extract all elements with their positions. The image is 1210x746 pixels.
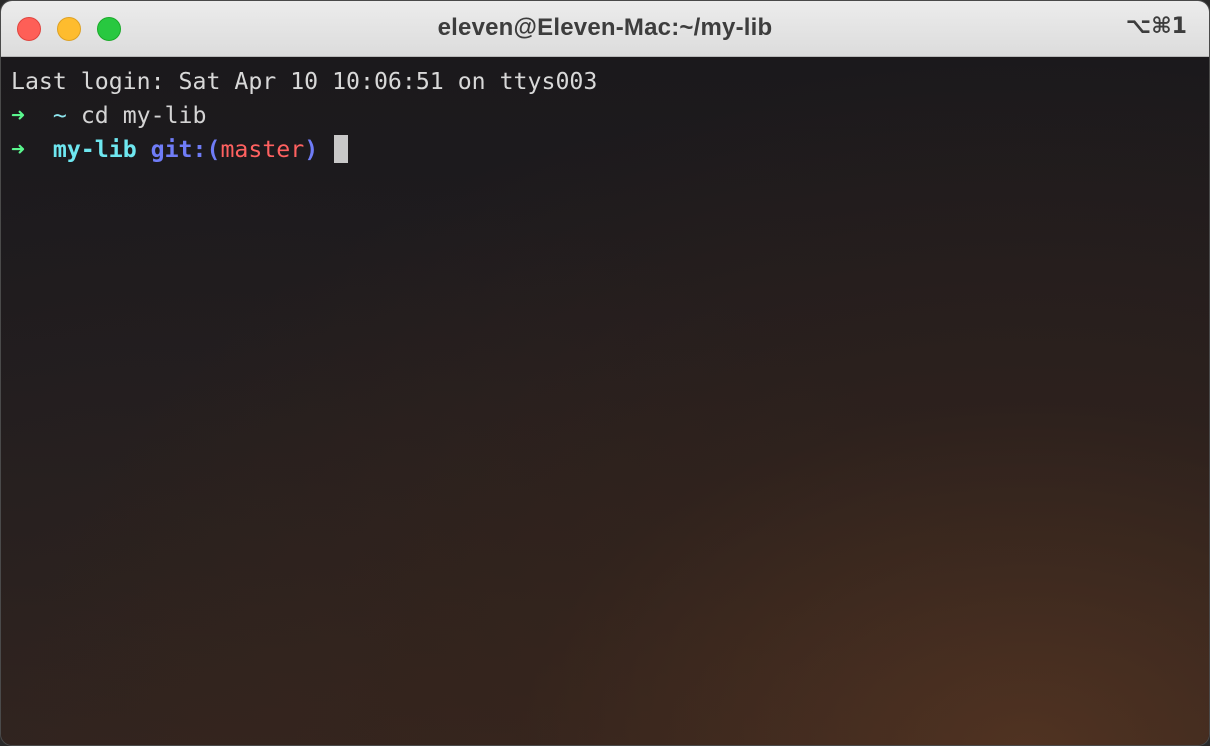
- prompt-arrow-icon: ➜: [11, 136, 25, 163]
- text-cursor[interactable]: [334, 135, 349, 163]
- terminal-line-login: Last login: Sat Apr 10 10:06:51 on ttys0…: [11, 65, 1199, 99]
- prompt-arrow-icon: ➜: [11, 102, 25, 129]
- window-title: eleven@Eleven-Mac:~/my-lib: [437, 14, 773, 41]
- terminal-content[interactable]: Last login: Sat Apr 10 10:06:51 on ttys0…: [1, 57, 1209, 745]
- command-text: cd my-lib: [80, 102, 207, 129]
- terminal-line-command: ➜ ~ cd my-lib: [11, 99, 1199, 133]
- git-label-close: ): [304, 136, 319, 163]
- prompt-cwd: ~: [52, 102, 67, 129]
- tab-shortcut-label: ⌥⌘1: [1125, 14, 1187, 39]
- last-login-text: Last login: Sat Apr 10 10:06:51 on ttys0…: [11, 68, 598, 95]
- git-label-open: git:(: [150, 136, 221, 163]
- terminal-line-prompt[interactable]: ➜ my-lib git:(master): [11, 133, 1199, 167]
- prompt-dir: my-lib: [52, 136, 137, 163]
- git-branch: master: [220, 136, 305, 163]
- title-bar[interactable]: eleven@Eleven-Mac:~/my-lib ⌥⌘1: [1, 1, 1209, 57]
- terminal-window: eleven@Eleven-Mac:~/my-lib ⌥⌘1 Last logi…: [0, 0, 1210, 746]
